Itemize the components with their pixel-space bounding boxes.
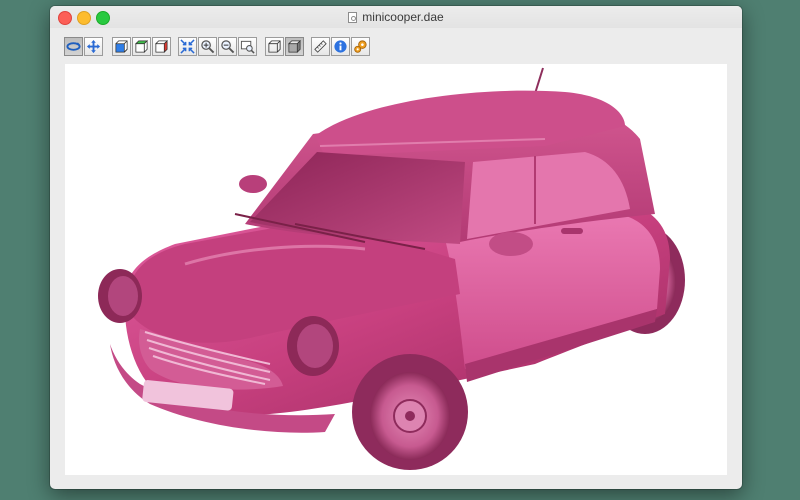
toolbar-group-navigation xyxy=(64,37,103,56)
toolbar-group-view-presets xyxy=(112,37,171,56)
zoom-in-button[interactable] xyxy=(198,37,217,56)
toolbar-group-zoom xyxy=(178,37,257,56)
front-view-button[interactable] xyxy=(112,37,131,56)
pan-icon xyxy=(86,39,101,54)
top-view-button[interactable] xyxy=(132,37,151,56)
wireframe-cube-icon xyxy=(268,40,281,53)
toolbar-group-render-mode xyxy=(265,37,304,56)
cube-green-icon xyxy=(134,39,149,54)
zoom-in-icon xyxy=(201,40,215,54)
settings-button[interactable] xyxy=(351,37,370,56)
3d-viewport[interactable] xyxy=(65,64,727,475)
pan-button[interactable] xyxy=(84,37,103,56)
info-icon xyxy=(334,40,347,53)
side-view-button[interactable] xyxy=(152,37,171,56)
settings-gears-icon xyxy=(354,40,367,53)
shaded-cube-icon xyxy=(287,39,302,54)
window-title-area: minicooper.dae xyxy=(50,6,742,28)
measure-button[interactable] xyxy=(311,37,330,56)
car-model xyxy=(98,67,685,470)
window-title: minicooper.dae xyxy=(362,10,444,24)
orbit-button[interactable] xyxy=(64,37,83,56)
cube-red-icon xyxy=(154,39,169,54)
zoom-fit-button[interactable] xyxy=(178,37,197,56)
ruler-icon xyxy=(314,40,327,53)
title-bar[interactable]: minicooper.dae xyxy=(50,6,742,28)
toolbar xyxy=(50,28,742,64)
cube-blue-icon xyxy=(115,40,128,53)
orbit-icon xyxy=(66,42,81,51)
zoom-fit-icon xyxy=(180,39,195,54)
zoom-window-button[interactable] xyxy=(238,37,257,56)
wireframe-mode-button[interactable] xyxy=(265,37,284,56)
app-window: minicooper.dae xyxy=(50,6,742,489)
document-icon xyxy=(348,11,358,23)
info-button[interactable] xyxy=(331,37,350,56)
toolbar-group-tools xyxy=(311,37,370,56)
zoom-window-icon xyxy=(240,40,255,54)
zoom-out-icon xyxy=(221,40,235,54)
zoom-out-button[interactable] xyxy=(218,37,237,56)
shaded-mode-button[interactable] xyxy=(285,37,304,56)
